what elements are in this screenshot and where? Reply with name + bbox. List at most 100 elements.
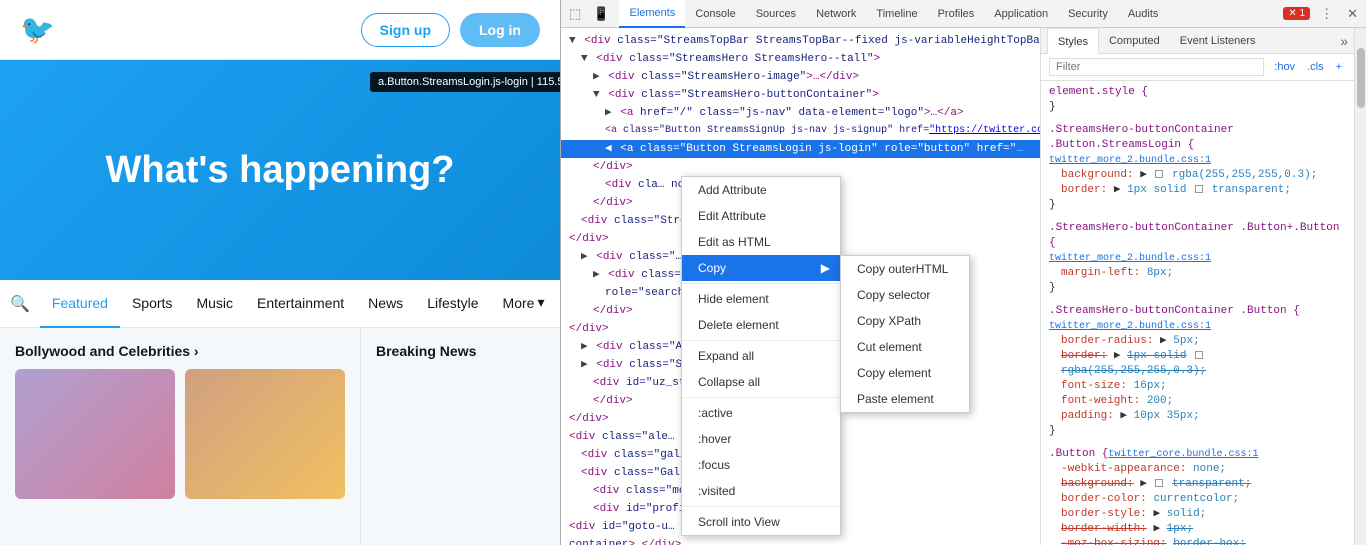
- tab-profiles[interactable]: Profiles: [928, 0, 985, 28]
- context-menu-hide-element[interactable]: Hide element: [682, 286, 840, 312]
- hint-add-button[interactable]: +: [1332, 59, 1346, 75]
- content-right: Breaking News: [360, 328, 560, 545]
- context-menu-collapse-all[interactable]: Collapse all: [682, 369, 840, 395]
- nav-item-sports[interactable]: Sports: [120, 280, 184, 328]
- card-image-1: [15, 369, 175, 499]
- tab-application[interactable]: Application: [984, 0, 1058, 28]
- submenu-arrow-icon: ▶: [821, 261, 830, 275]
- hint-hover-button[interactable]: :hov: [1270, 59, 1299, 75]
- html-line[interactable]: <a class="Button StreamsSignUp js-nav js…: [561, 122, 1040, 140]
- context-menu-edit-html[interactable]: Edit as HTML: [682, 229, 840, 255]
- tab-security[interactable]: Security: [1058, 0, 1118, 28]
- color-swatch: [1195, 185, 1203, 193]
- styles-filter-input[interactable]: [1049, 58, 1264, 76]
- hero-heading: What's happening?: [106, 149, 455, 192]
- context-menu-pseudo-visited[interactable]: :visited: [682, 478, 840, 504]
- color-swatch: [1155, 479, 1163, 487]
- expand-triangle-icon[interactable]: ▶: [1120, 410, 1127, 422]
- nav-item-entertainment[interactable]: Entertainment: [245, 280, 356, 328]
- tab-styles[interactable]: Styles: [1047, 28, 1099, 54]
- expand-triangle-icon[interactable]: ▶: [1140, 478, 1147, 490]
- context-menu-pseudo-focus[interactable]: :focus: [682, 452, 840, 478]
- twitter-page: 🐦 Sign up Log in a.Button.StreamsLogin.j…: [0, 0, 560, 545]
- nav-item-news[interactable]: News: [356, 280, 415, 328]
- tab-network[interactable]: Network: [806, 0, 866, 28]
- submenu-paste-element: Paste element: [841, 386, 969, 412]
- style-header-streams-login: .StreamsHero-buttonContainer .Button.Str…: [1049, 123, 1346, 168]
- submenu-copy-outerhtml[interactable]: Copy outerHTML: [841, 256, 969, 282]
- section-title-left[interactable]: Bollywood and Celebrities ›: [15, 343, 345, 359]
- expand-triangle-icon[interactable]: ▶: [1140, 169, 1147, 181]
- search-icon: 🔍: [10, 294, 30, 314]
- twitter-header: 🐦 Sign up Log in: [0, 0, 560, 60]
- tab-console[interactable]: Console: [685, 0, 745, 28]
- device-icon[interactable]: 📱: [589, 4, 613, 24]
- submenu-copy-element[interactable]: Copy element: [841, 360, 969, 386]
- login-button[interactable]: Log in: [460, 13, 540, 47]
- more-options-icon[interactable]: ⋮: [1316, 4, 1337, 24]
- context-menu-pseudo-active[interactable]: :active: [682, 400, 840, 426]
- html-line[interactable]: ▶ <div class="StreamsHero-image">…</div>: [561, 68, 1040, 86]
- tab-elements[interactable]: Elements: [619, 0, 685, 28]
- context-menu-edit-attribute[interactable]: Edit Attribute: [682, 203, 840, 229]
- html-line[interactable]: ▼ <div class="StreamsHero StreamsHero--t…: [561, 50, 1040, 68]
- signup-button[interactable]: Sign up: [361, 13, 450, 47]
- html-line-selected[interactable]: ◀ <a class="Button StreamsLogin js-login…: [561, 140, 1040, 158]
- nav-item-lifestyle[interactable]: Lifestyle: [415, 280, 490, 328]
- html-line[interactable]: ▼ <div class="StreamsTopBar StreamsTopBa…: [561, 32, 1040, 50]
- style-block-button-base: .Button { twitter_core.bundle.css:1 -web…: [1049, 447, 1346, 545]
- news-cards: [15, 369, 345, 499]
- context-menu-expand-all[interactable]: Expand all: [682, 343, 840, 369]
- html-line[interactable]: container>…</div>: [561, 536, 1040, 545]
- expand-arrow-icon: ▼: [569, 35, 576, 47]
- devtools-main-content: ▼ <div class="StreamsTopBar StreamsTopBa…: [561, 28, 1366, 545]
- news-card-1: [15, 369, 175, 499]
- style-block-button-plus-button: .StreamsHero-buttonContainer .Button+.Bu…: [1049, 221, 1346, 296]
- expand-triangle-icon[interactable]: ▶: [1114, 184, 1121, 196]
- color-swatch: [1195, 351, 1203, 359]
- expand-triangle-icon[interactable]: ▶: [1160, 335, 1167, 347]
- html-line[interactable]: </div>: [561, 158, 1040, 176]
- html-line[interactable]: ▶ <a href="/" class="js-nav" data-elemen…: [561, 104, 1040, 122]
- nav-item-more[interactable]: More ▾: [491, 280, 557, 328]
- style-block-element: element.style { }: [1049, 85, 1346, 115]
- styles-expand-icon[interactable]: »: [1340, 33, 1348, 49]
- tab-computed[interactable]: Computed: [1099, 28, 1170, 54]
- nav-item-featured[interactable]: Featured: [40, 280, 120, 328]
- style-prop-background: background: ▶ rgba(255,255,255,0.3);: [1049, 168, 1346, 183]
- expand-triangle-icon[interactable]: ▶: [1153, 508, 1160, 520]
- header-buttons: Sign up Log in: [361, 13, 540, 47]
- expand-triangle-icon[interactable]: ▶: [1153, 523, 1160, 535]
- news-card-2: [185, 369, 345, 499]
- html-line[interactable]: ▼ <div class="StreamsHero-buttonContaine…: [561, 86, 1040, 104]
- error-count-badge: ✕ 1: [1283, 7, 1310, 20]
- styles-tabs-bar: Styles Computed Event Listeners »: [1041, 28, 1354, 54]
- section-title-right: Breaking News: [376, 343, 545, 359]
- hint-cls-button[interactable]: .cls: [1303, 59, 1328, 75]
- expand-triangle-icon[interactable]: ▶: [1114, 350, 1121, 362]
- devtools-panel: ⬚ 📱 Elements Console Sources Network Tim…: [560, 0, 1366, 545]
- twitter-nav: 🔍 Featured Sports Music Entertainment Ne…: [0, 280, 560, 328]
- submenu-copy-selector[interactable]: Copy selector: [841, 282, 969, 308]
- nav-item-music[interactable]: Music: [184, 280, 245, 328]
- element-tooltip: a.Button.StreamsLogin.js-login | 115.59×…: [370, 72, 560, 92]
- devtools-icon-buttons: ⬚ 📱: [565, 4, 613, 24]
- context-menu-scroll-into-view[interactable]: Scroll into View: [682, 509, 840, 535]
- submenu-copy-xpath[interactable]: Copy XPath: [841, 308, 969, 334]
- context-menu-add-attribute[interactable]: Add Attribute: [682, 177, 840, 203]
- close-devtools-icon[interactable]: ✕: [1343, 4, 1362, 24]
- styles-scrollbar[interactable]: [1354, 28, 1366, 545]
- inspect-icon[interactable]: ⬚: [565, 4, 585, 24]
- tab-event-listeners[interactable]: Event Listeners: [1170, 28, 1266, 54]
- context-menu-copy[interactable]: Copy ▶ Copy outerHTML Copy selector Copy…: [682, 255, 840, 281]
- submenu-cut-element[interactable]: Cut element: [841, 334, 969, 360]
- tab-sources[interactable]: Sources: [746, 0, 806, 28]
- style-block-streams-login: .StreamsHero-buttonContainer .Button.Str…: [1049, 123, 1346, 213]
- scrollbar-thumb[interactable]: [1357, 48, 1365, 108]
- context-menu-delete-element[interactable]: Delete element: [682, 312, 840, 338]
- tab-audits[interactable]: Audits: [1118, 0, 1169, 28]
- filter-hint-buttons: :hov .cls +: [1270, 59, 1346, 75]
- twitter-content: Bollywood and Celebrities › Breaking New…: [0, 328, 560, 545]
- tab-timeline[interactable]: Timeline: [866, 0, 927, 28]
- context-menu-pseudo-hover[interactable]: :hover: [682, 426, 840, 452]
